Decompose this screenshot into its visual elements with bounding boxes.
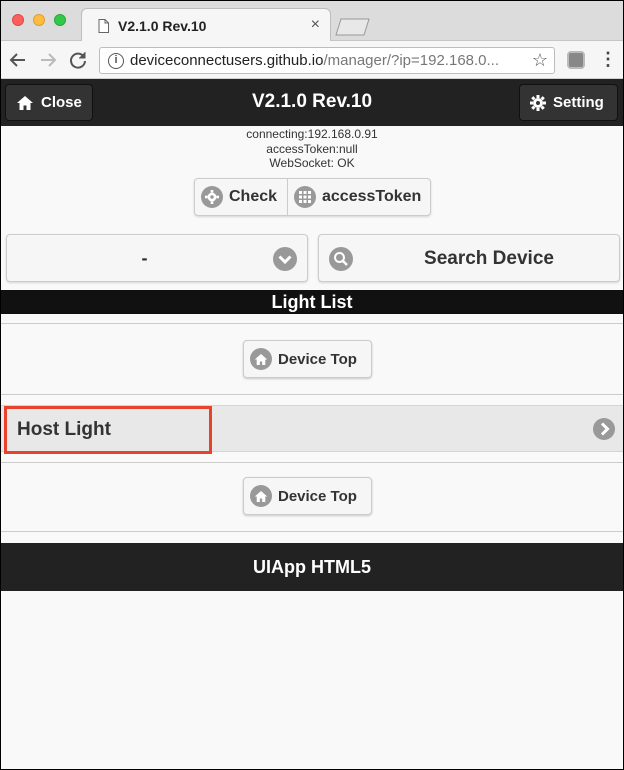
access-token-status: accessToken:null: [266, 142, 358, 156]
extension-icon[interactable]: [567, 51, 585, 69]
light-list-header: Light List: [1, 290, 623, 314]
chevron-down-icon: [273, 247, 297, 271]
chevron-right-icon: [593, 418, 615, 440]
tab-strip: V2.1.0 Rev.10 ×: [1, 1, 623, 42]
check-button[interactable]: Check: [195, 179, 288, 215]
url-path: /manager/?ip=192.168.0...: [323, 52, 500, 69]
setting-button[interactable]: Setting: [519, 84, 618, 121]
websocket-status: WebSocket: OK: [269, 156, 355, 170]
bookmark-star-icon[interactable]: ☆: [532, 50, 548, 71]
browser-window: V2.1.0 Rev.10 × i deviceconnectusers.git…: [1, 1, 623, 769]
gear-icon: [530, 94, 546, 111]
browser-tab[interactable]: V2.1.0 Rev.10 ×: [81, 8, 331, 42]
tab-title: V2.1.0 Rev.10: [118, 18, 207, 34]
divider: [1, 531, 623, 532]
window-close-dot[interactable]: [12, 14, 24, 26]
forward-arrow-icon[interactable]: [37, 49, 59, 71]
address-bar[interactable]: i deviceconnectusers.github.io/manager/?…: [99, 47, 555, 74]
device-top-label: Device Top: [278, 487, 357, 505]
browser-toolbar: i deviceconnectusers.github.io/manager/?…: [1, 41, 623, 79]
gear-icon: [201, 186, 223, 208]
device-top-button[interactable]: Device Top: [243, 477, 372, 515]
divider: [1, 323, 623, 324]
device-top-button[interactable]: Device Top: [243, 340, 372, 378]
setting-label: Setting: [553, 94, 604, 111]
access-token-label: accessToken: [322, 188, 422, 205]
device-top-label: Device Top: [278, 350, 357, 368]
app-header: Close V2.1.0 Rev.10 Setting: [1, 79, 623, 126]
url-text: deviceconnectusers.github.io/manager/?ip…: [130, 52, 530, 69]
home-icon: [250, 348, 272, 370]
divider: [1, 394, 623, 395]
search-device-button[interactable]: Search Device: [318, 234, 620, 282]
document-icon: [98, 19, 109, 33]
check-label: Check: [229, 188, 278, 205]
access-token-button[interactable]: accessToken: [288, 179, 430, 215]
divider: [1, 462, 623, 463]
reload-icon[interactable]: [67, 49, 89, 71]
home-icon: [250, 485, 272, 507]
auth-button-group: Check accessToken: [194, 178, 431, 216]
grid-icon: [294, 186, 316, 208]
back-arrow-icon[interactable]: [7, 49, 29, 71]
window-minimize-dot[interactable]: [33, 14, 45, 26]
device-select[interactable]: -: [6, 234, 308, 282]
tab-close-icon[interactable]: ×: [311, 16, 320, 34]
kebab-menu-icon[interactable]: ⋮: [599, 49, 617, 70]
new-tab-button[interactable]: [335, 18, 371, 36]
window-zoom-dot[interactable]: [54, 14, 66, 26]
search-device-label: Search Device: [424, 248, 554, 269]
url-host: deviceconnectusers.github.io: [130, 52, 324, 69]
highlight-box: [4, 406, 212, 454]
connecting-status: connecting:192.168.0.91: [246, 127, 378, 141]
device-select-value: -: [141, 248, 148, 268]
app-footer: UIApp HTML5: [1, 543, 623, 591]
search-icon: [329, 247, 353, 271]
info-icon[interactable]: i: [108, 53, 124, 69]
